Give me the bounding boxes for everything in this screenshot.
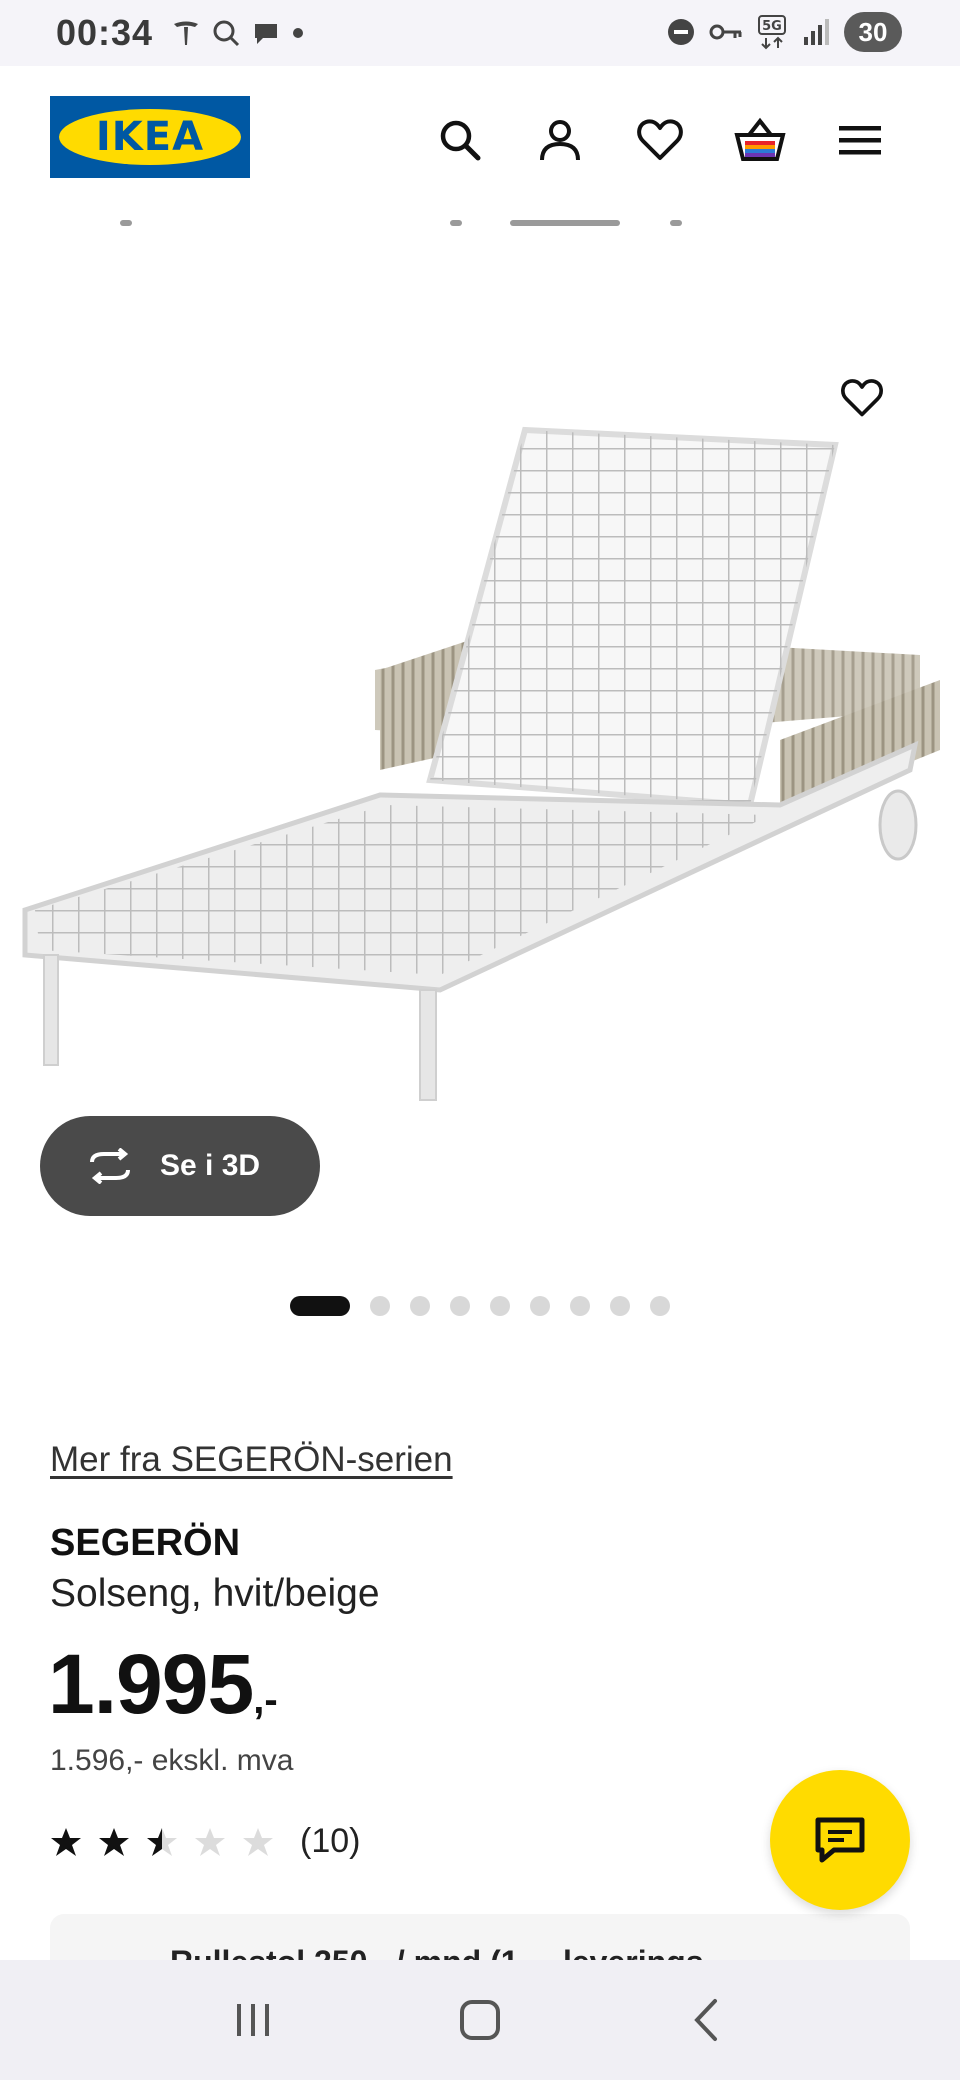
do-not-disturb-icon	[668, 19, 694, 45]
text-fragment-mark	[450, 220, 462, 226]
android-navigation-bar	[0, 1960, 960, 2080]
message-notification-icon	[255, 24, 278, 44]
text-fragment-mark	[670, 220, 682, 226]
price: 1.995 ,-	[48, 1636, 278, 1733]
carousel-dot[interactable]	[530, 1296, 550, 1316]
price-value: 1.995	[48, 1637, 254, 1731]
favourites-button[interactable]	[630, 110, 690, 170]
carousel-dot[interactable]	[410, 1296, 430, 1316]
status-time: 00:34	[56, 12, 154, 53]
price-excl-vat: 1.596,- ekskl. mva	[50, 1744, 294, 1777]
star-half-icon	[147, 1827, 177, 1856]
home-icon	[459, 2000, 500, 2040]
text-fragment-mark	[120, 220, 132, 226]
back-icon	[693, 1999, 717, 2041]
chat-button[interactable]	[770, 1770, 910, 1910]
recent-apps-icon	[237, 2004, 270, 2036]
status-left-icons	[171, 18, 305, 48]
product-description: Solseng, hvit/beige	[50, 1572, 380, 1615]
add-to-favourites-button[interactable]	[834, 370, 890, 426]
heart-icon	[841, 379, 883, 417]
basket-icon	[734, 117, 786, 161]
network-5g-icon: 5G	[758, 15, 786, 50]
view-3d-label: Se i 3D	[160, 1149, 261, 1182]
site-header: IKEA	[0, 66, 960, 208]
product-rating[interactable]: (10)	[50, 1822, 360, 1861]
carousel-dots	[290, 1296, 670, 1316]
search-icon	[440, 120, 481, 161]
series-link[interactable]: Mer fra SEGERÖN-serien	[50, 1440, 453, 1480]
carousel-dot[interactable]	[370, 1296, 390, 1316]
logo-oval: IKEA	[59, 109, 241, 165]
back-button[interactable]	[667, 1980, 747, 2060]
product-name: SEGERÖN	[50, 1522, 241, 1564]
more-notifications-icon	[293, 28, 304, 38]
star-empty-icon	[195, 1827, 225, 1856]
status-bar: 00:34 5G 30	[0, 0, 960, 66]
ikea-logo[interactable]: IKEA	[50, 96, 250, 178]
star-full-icon	[51, 1827, 81, 1856]
carousel-dot[interactable]	[570, 1296, 590, 1316]
search-button[interactable]	[430, 110, 490, 170]
recent-apps-button[interactable]	[213, 1980, 293, 2060]
star-empty-icon	[243, 1827, 273, 1856]
carousel-dot[interactable]	[450, 1296, 470, 1316]
menu-icon	[839, 126, 881, 155]
carousel-dot[interactable]	[650, 1296, 670, 1316]
signal-icon	[804, 19, 829, 45]
product-image[interactable]	[0, 250, 960, 1250]
heart-icon	[637, 119, 683, 160]
search-notification-icon	[213, 20, 240, 47]
view-3d-button[interactable]: Se i 3D	[40, 1116, 320, 1216]
rating-count: (10)	[300, 1822, 361, 1860]
rotate-3d-icon	[90, 1148, 130, 1184]
menu-button[interactable]	[830, 110, 890, 170]
logo-text: IKEA	[95, 114, 205, 160]
scrolled-text-fragment	[50, 200, 750, 230]
carousel-dot-active[interactable]	[290, 1296, 350, 1316]
carousel-dot[interactable]	[490, 1296, 510, 1316]
sun-lounger-illustration	[22, 426, 940, 1101]
star-full-icon	[99, 1827, 129, 1856]
basket-button[interactable]	[730, 110, 790, 170]
price-suffix: ,-	[253, 1678, 278, 1722]
account-button[interactable]	[530, 110, 590, 170]
text-fragment-mark	[510, 220, 620, 226]
tesla-icon	[174, 21, 199, 45]
chat-icon	[815, 1817, 865, 1863]
account-icon	[540, 120, 580, 161]
status-right-icons: 5G 30	[666, 12, 902, 52]
header-icons	[430, 110, 890, 170]
carousel-dot[interactable]	[610, 1296, 630, 1316]
battery-indicator: 30	[844, 12, 902, 52]
home-button[interactable]	[440, 1980, 520, 2060]
vpn-key-icon	[709, 24, 742, 40]
svg-text:5G: 5G	[762, 19, 782, 34]
